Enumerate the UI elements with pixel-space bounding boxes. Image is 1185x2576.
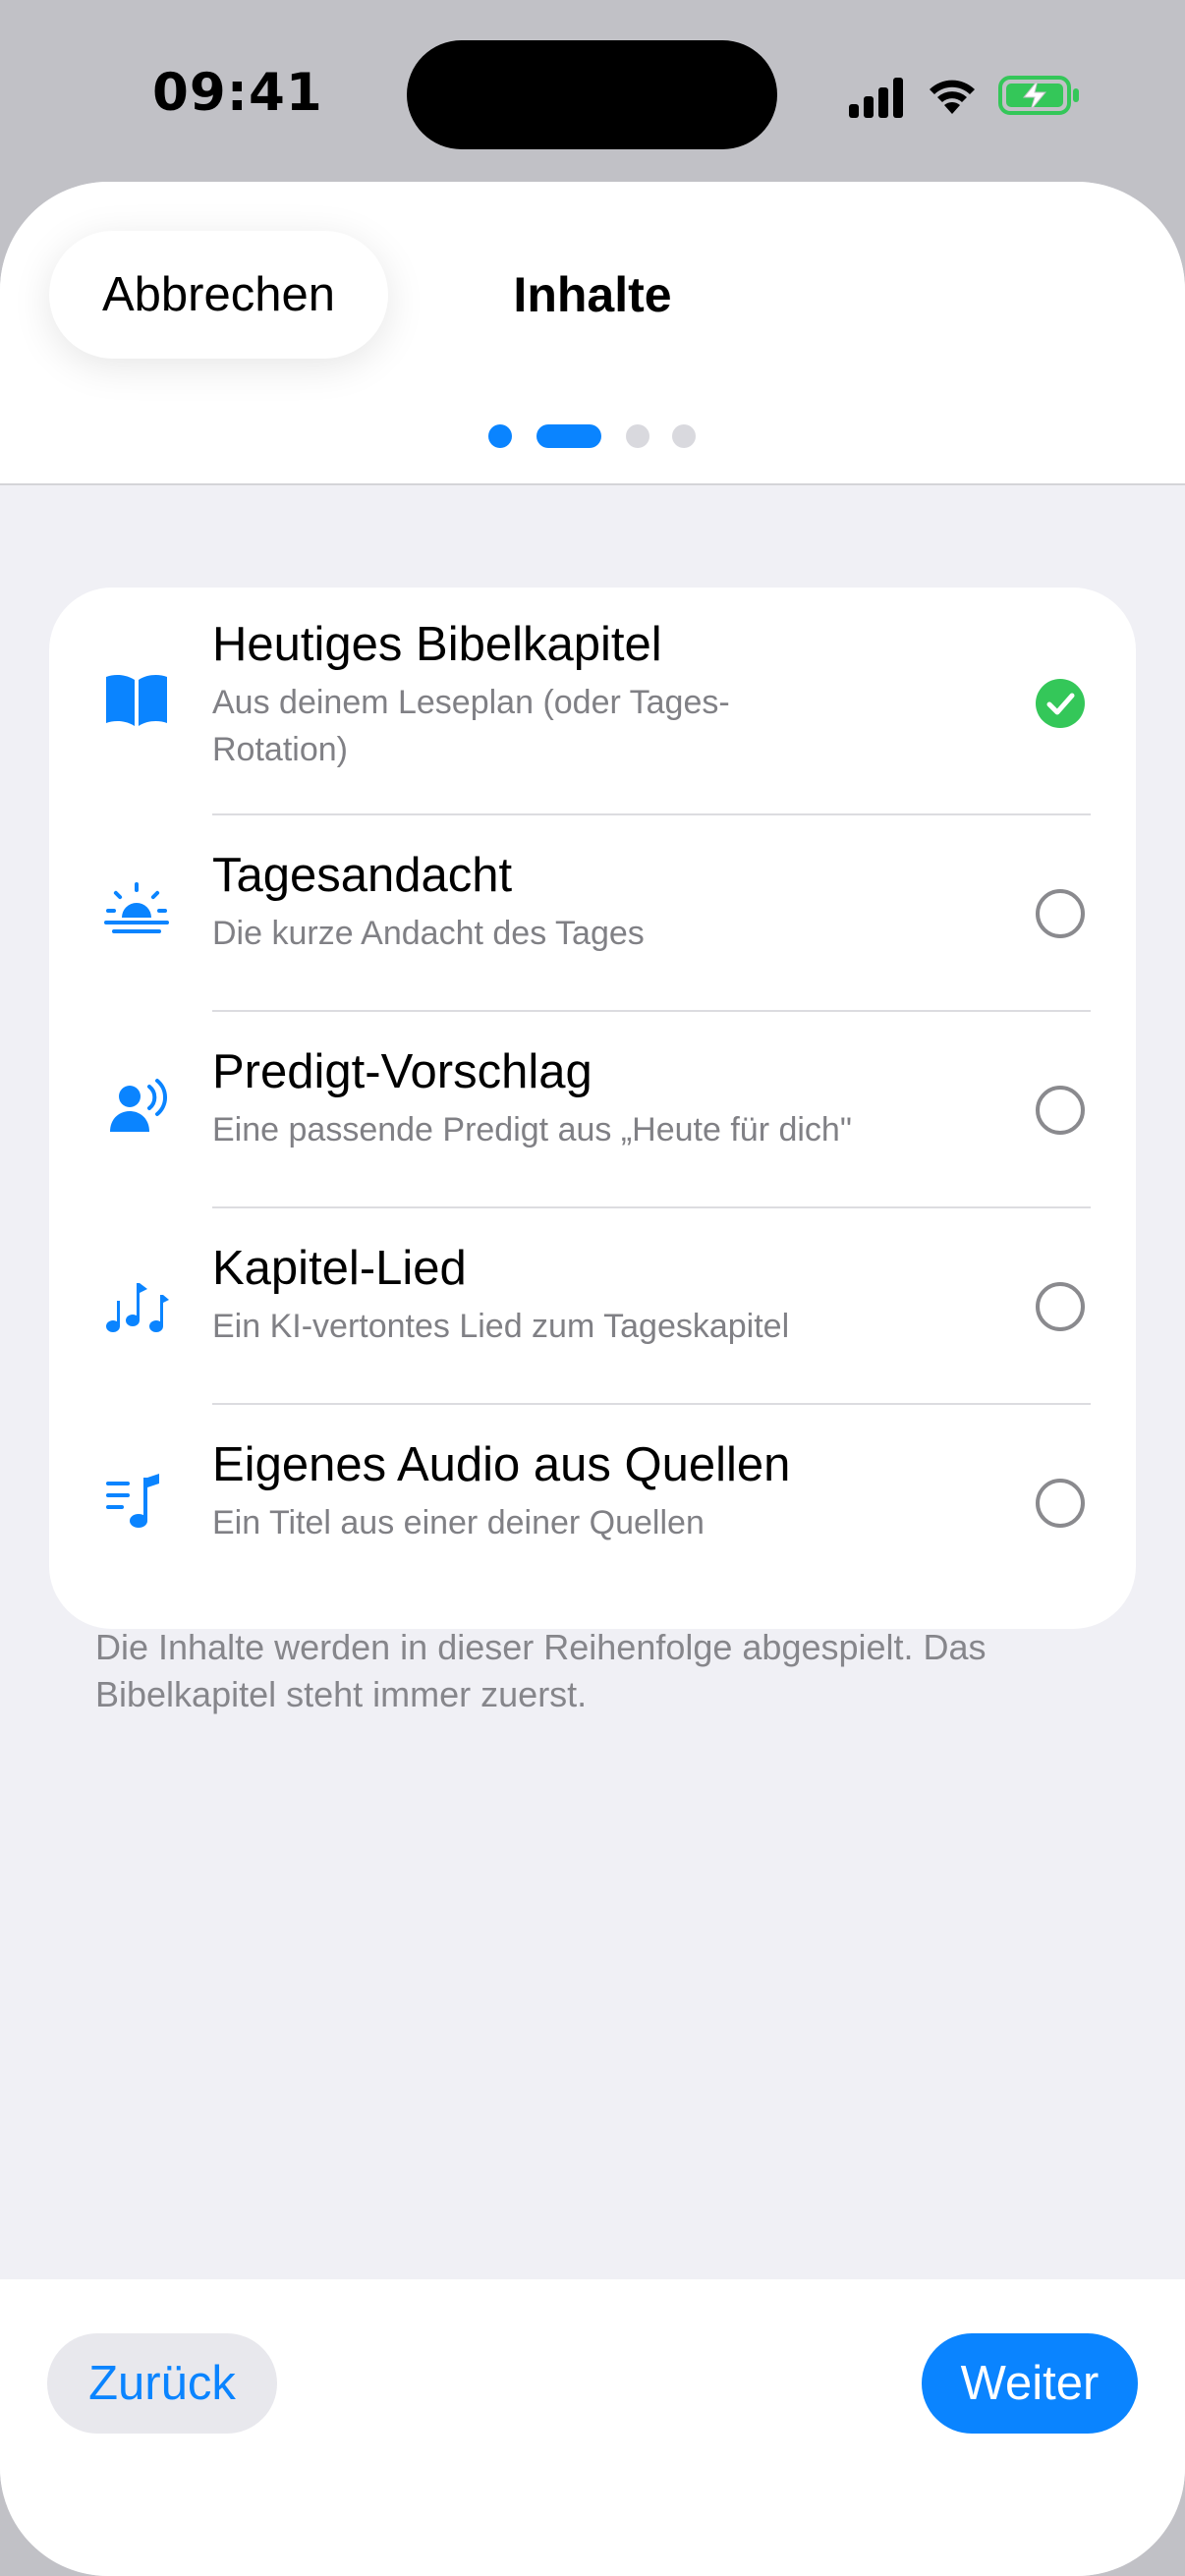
person-speaking-icon bbox=[110, 1079, 168, 1132]
radio-unselected-icon[interactable] bbox=[1036, 1282, 1085, 1331]
music-list-icon bbox=[106, 1474, 159, 1528]
status-time: 09:41 bbox=[152, 63, 323, 123]
next-button[interactable]: Weiter bbox=[922, 2333, 1138, 2434]
back-button[interactable]: Zurück bbox=[47, 2333, 277, 2434]
radio-unselected-icon[interactable] bbox=[1036, 889, 1085, 938]
list-item-daily-devotion[interactable]: Tagesandacht Die kurze Andacht des Tages bbox=[49, 815, 1136, 1012]
status-icons bbox=[847, 73, 1083, 122]
page-dot-3 bbox=[626, 424, 649, 448]
radio-unselected-icon[interactable] bbox=[1036, 1479, 1085, 1528]
item-subtitle: Ein Titel aus einer deiner Quellen bbox=[212, 1504, 705, 1541]
item-title: Heutiges Bibelkapitel bbox=[212, 618, 662, 671]
sunrise-icon bbox=[104, 882, 169, 933]
item-subtitle: Eine passende Predigt aus „Heute für dic… bbox=[212, 1111, 852, 1148]
wifi-icon bbox=[930, 80, 975, 114]
book-icon bbox=[106, 675, 167, 726]
cellular-signal-icon bbox=[849, 78, 903, 118]
radio-unselected-icon[interactable] bbox=[1036, 1086, 1085, 1135]
item-subtitle: Ein KI-vertontes Lied zum Tageskapitel bbox=[212, 1308, 790, 1345]
item-title: Predigt-Vorschlag bbox=[212, 1045, 592, 1098]
music-notes-icon bbox=[106, 1283, 169, 1332]
page-indicator bbox=[0, 424, 1185, 448]
footer-note: Die Inhalte werden in dieser Reihenfolge… bbox=[95, 1627, 987, 1714]
list-item-chapter-song[interactable]: Kapitel-Lied Ein KI-vertontes Lied zum T… bbox=[49, 1208, 1136, 1405]
content-options-list: Heutiges Bibelkapitel Aus deinem Lesepla… bbox=[49, 588, 1136, 1629]
item-title: Tagesandacht bbox=[212, 849, 513, 902]
list-item-own-audio[interactable]: Eigenes Audio aus Quellen Ein Titel aus … bbox=[49, 1405, 1136, 1629]
dynamic-island bbox=[407, 40, 777, 149]
page-dot-2-current bbox=[536, 424, 601, 448]
modal-sheet: Abbrechen Inhalte Heutiges Bibelkapitel … bbox=[0, 182, 1185, 2576]
item-title: Eigenes Audio aus Quellen bbox=[212, 1438, 791, 1491]
page-dot-1 bbox=[488, 424, 512, 448]
item-subtitle: Aus deinem Leseplan (oder Tages-Rotation… bbox=[212, 684, 730, 768]
item-title: Kapitel-Lied bbox=[212, 1242, 467, 1295]
checkmark-selected-icon[interactable] bbox=[1036, 679, 1085, 728]
check-icon bbox=[1046, 693, 1075, 715]
item-subtitle: Die kurze Andacht des Tages bbox=[212, 915, 645, 952]
sheet-title: Inhalte bbox=[513, 267, 672, 322]
battery-charging-icon bbox=[998, 76, 1079, 115]
page-dot-4 bbox=[672, 424, 696, 448]
bottom-toolbar: Zurück Weiter bbox=[0, 2279, 1185, 2576]
list-item-sermon-suggestion[interactable]: Predigt-Vorschlag Eine passende Predigt … bbox=[49, 1012, 1136, 1208]
sheet-header: Abbrechen Inhalte bbox=[0, 182, 1185, 485]
list-item-bible-chapter[interactable]: Heutiges Bibelkapitel Aus deinem Lesepla… bbox=[49, 588, 1136, 815]
